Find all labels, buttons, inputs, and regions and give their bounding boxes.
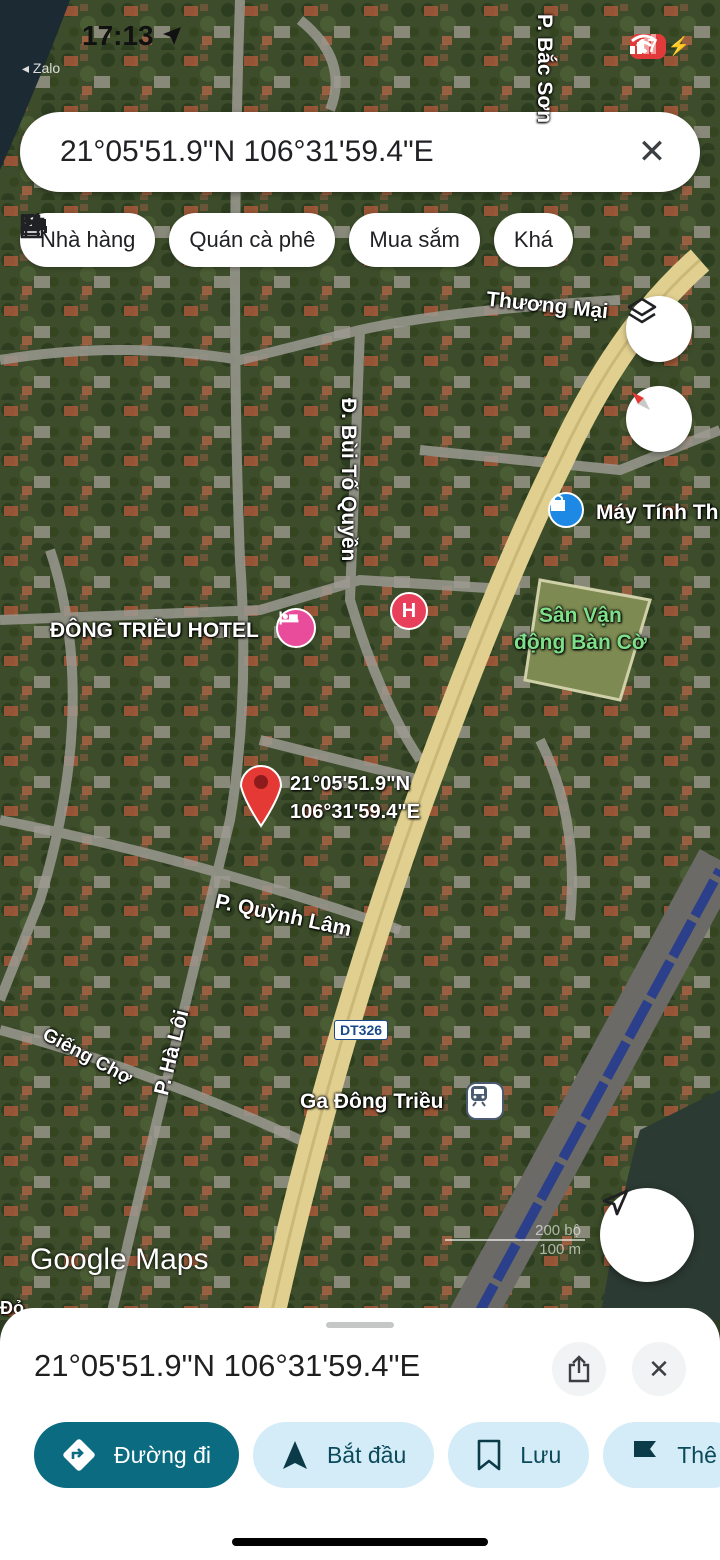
layers-icon bbox=[627, 297, 657, 324]
pin-coordinates-label: 21°05'51.9"N 106°31'59.4"E bbox=[290, 770, 420, 826]
chip-label: Khá bbox=[513, 227, 554, 252]
add-label-button[interactable]: Thê bbox=[603, 1422, 720, 1488]
action-label: Thê bbox=[677, 1441, 717, 1468]
hotel-pin-icon[interactable] bbox=[276, 608, 316, 648]
scale-meters: 100 m bbox=[539, 1241, 581, 1258]
watermark-brand: Google bbox=[30, 1243, 127, 1276]
location-arrow-icon bbox=[163, 27, 181, 45]
route-shield: DT326 bbox=[334, 1020, 389, 1040]
pin-latitude: 21°05'51.9"N bbox=[290, 773, 411, 795]
chip-hotels[interactable]: Khá bbox=[21, 213, 574, 267]
action-label: Đường đi bbox=[114, 1441, 211, 1468]
place-bottom-sheet[interactable]: 21°05'51.9"N 106°31'59.4"E ✕ Đường đi Bắ… bbox=[0, 1308, 720, 1560]
close-sheet-button[interactable]: ✕ bbox=[632, 1342, 686, 1396]
layers-button[interactable] bbox=[626, 296, 692, 362]
scale-bar: 200 bộ 100 m bbox=[445, 1222, 585, 1258]
street-label: Đ. Bùi Tố Quyền bbox=[337, 398, 360, 562]
action-buttons: Đường đi Bắt đầu Lưu Thê bbox=[34, 1422, 720, 1488]
share-icon bbox=[568, 1355, 590, 1383]
watermark-product: Maps bbox=[135, 1243, 209, 1276]
chip-label: Quán cà phê bbox=[189, 227, 316, 252]
poi-label-hotel[interactable]: ĐÔNG TRIỀU HOTEL bbox=[50, 619, 259, 643]
chip-label: Mua sắm bbox=[369, 227, 460, 252]
chip-cafes[interactable]: Quán cà phê bbox=[20, 213, 336, 267]
pin-longitude: 106°31'59.4"E bbox=[290, 801, 421, 823]
place-title: 21°05'51.9"N 106°31'59.4"E bbox=[34, 1348, 421, 1383]
directions-icon bbox=[63, 1439, 95, 1471]
action-label: Bắt đầu bbox=[326, 1441, 407, 1468]
back-to-app[interactable]: ◂ Zalo bbox=[22, 60, 60, 77]
wifi-icon bbox=[630, 34, 657, 54]
drag-handle[interactable] bbox=[326, 1322, 394, 1328]
bookmark-icon bbox=[477, 1439, 501, 1471]
poi-label-stadium[interactable]: Sân Vận động Bàn Cờ bbox=[514, 602, 647, 656]
compass-icon bbox=[632, 392, 650, 410]
share-button[interactable] bbox=[552, 1342, 606, 1396]
hospital-pin-icon[interactable]: H bbox=[390, 592, 428, 630]
satellite-imagery bbox=[0, 0, 720, 1320]
train-station-icon[interactable] bbox=[466, 1082, 504, 1120]
poi-label-station[interactable]: Ga Đông Triều bbox=[300, 1090, 444, 1114]
flag-icon bbox=[634, 1441, 657, 1469]
hospital-letter: H bbox=[401, 599, 417, 622]
scale-feet: 200 bộ bbox=[445, 1222, 585, 1241]
category-chips: Nhà hàng Quán cà phê Mua sắm Khá bbox=[20, 213, 574, 267]
map-view[interactable]: 17:13 ◂ Zalo 17 ⚡ 21°05'51.9"N 106°31'59… bbox=[0, 0, 720, 1320]
search-bar[interactable]: 21°05'51.9"N 106°31'59.4"E ✕ bbox=[20, 112, 700, 192]
home-indicator bbox=[232, 1538, 488, 1546]
compass-button[interactable] bbox=[626, 386, 692, 452]
google-maps-watermark: Google Maps bbox=[30, 1243, 208, 1277]
close-icon: ✕ bbox=[648, 1353, 670, 1384]
hotel-icon bbox=[21, 215, 47, 233]
navigation-arrow-icon bbox=[602, 1189, 629, 1216]
my-location-button[interactable] bbox=[600, 1188, 694, 1282]
store-pin-icon[interactable] bbox=[548, 492, 584, 528]
directions-button[interactable]: Đường đi bbox=[34, 1422, 239, 1488]
start-button[interactable]: Bắt đầu bbox=[252, 1422, 435, 1488]
status-time: 17:13 bbox=[82, 20, 154, 51]
status-indicators: 17 ⚡ bbox=[629, 34, 690, 59]
charging-icon: ⚡ bbox=[667, 36, 690, 56]
clear-search-icon[interactable]: ✕ bbox=[632, 132, 672, 172]
navigation-arrow-icon bbox=[282, 1441, 307, 1469]
action-label: Lưu bbox=[520, 1441, 562, 1468]
street-label: P. Bắc Sơn bbox=[533, 14, 556, 124]
chip-label: Nhà hàng bbox=[40, 227, 136, 252]
dropped-pin-icon[interactable] bbox=[238, 760, 284, 828]
save-button[interactable]: Lưu bbox=[448, 1422, 590, 1488]
poi-label-computer-shop[interactable]: Máy Tính Th bbox=[596, 501, 719, 525]
search-input[interactable]: 21°05'51.9"N 106°31'59.4"E bbox=[60, 135, 632, 169]
chip-shopping[interactable]: Mua sắm bbox=[20, 213, 480, 267]
